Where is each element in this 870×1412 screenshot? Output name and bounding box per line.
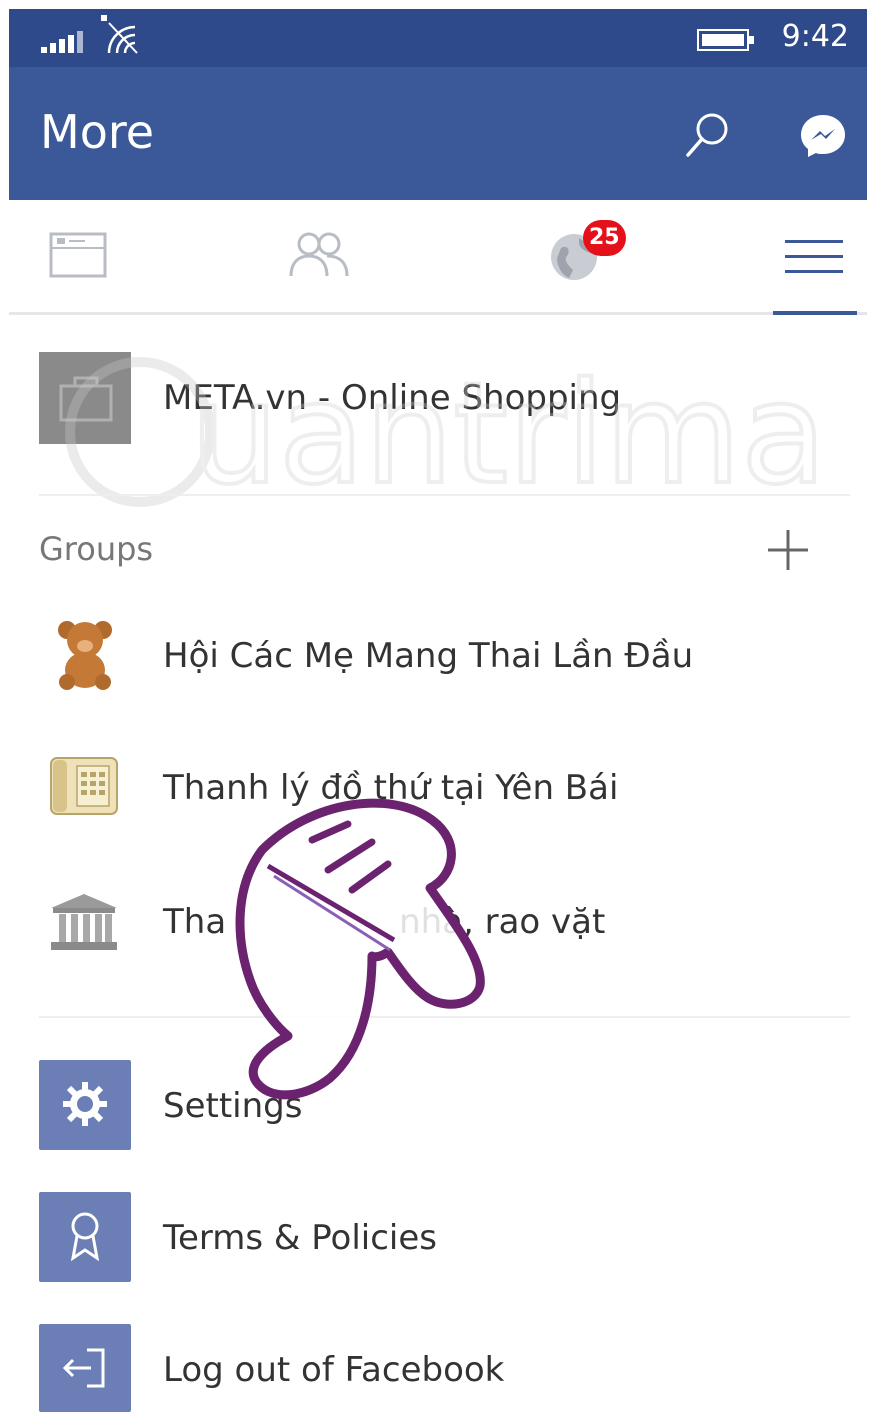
teddy-bear-icon [58,621,112,690]
active-tab-indicator [773,311,857,315]
page-item-meta[interactable]: META.vn - Online Shopping [9,352,867,446]
group-item[interactable]: Hội Các Mẹ Mang Thai Lần Đầu [9,612,867,702]
tab-more[interactable] [769,200,870,315]
logout-label: Log out of Facebook [163,1350,505,1390]
groups-header: Groups [39,530,154,568]
page-item-label: META.vn - Online Shopping [163,378,622,418]
status-bar: 9:42 [9,9,867,67]
group-item[interactable]: Tha nhà, rao vặt [9,878,867,968]
group-item-label: Hội Các Mẹ Mang Thai Lần Đầu [163,636,694,676]
phone-icon [50,757,118,815]
group-item-label: Thanh lý đồ thứ tại Yên Bái [163,768,619,808]
terms-icon-tile [39,1192,131,1282]
ribbon-icon [70,1212,100,1262]
signal-strength-icon [41,31,83,53]
logout-icon-tile [39,1324,131,1412]
divider [39,1016,850,1018]
tab-friends[interactable] [259,200,379,312]
settings-label: Settings [163,1086,303,1126]
friends-icon [289,232,349,277]
tab-notifications[interactable]: 25 [519,200,639,312]
news-feed-icon [49,232,107,278]
gear-icon [63,1082,107,1126]
terms-label: Terms & Policies [163,1218,438,1258]
settings-item[interactable]: Settings [9,1060,867,1152]
logout-icon [62,1348,105,1388]
messenger-icon[interactable] [795,107,851,163]
bank-building-icon [51,894,117,950]
logout-item[interactable]: Log out of Facebook [9,1324,867,1412]
status-time: 9:42 [781,19,849,54]
group-item-label: Tha nhà, rao vặt [163,902,606,942]
hamburger-menu-icon [785,240,843,273]
group-item[interactable]: Thanh lý đồ thứ tại Yên Bái [9,744,867,834]
settings-icon-tile [39,1060,131,1150]
terms-policies-item[interactable]: Terms & Policies [9,1192,867,1284]
notifications-badge: 25 [583,220,626,256]
search-icon[interactable] [679,107,735,163]
app-bar: More [9,67,867,200]
tab-news-feed[interactable] [29,200,149,312]
page-avatar [39,352,131,448]
tab-bar: 25 [9,200,867,315]
battery-icon [697,29,754,51]
divider [39,494,850,496]
briefcase-icon [39,352,131,444]
add-group-plus-icon[interactable] [764,526,812,574]
page-title: More [40,105,155,159]
wifi-icon [101,15,138,54]
